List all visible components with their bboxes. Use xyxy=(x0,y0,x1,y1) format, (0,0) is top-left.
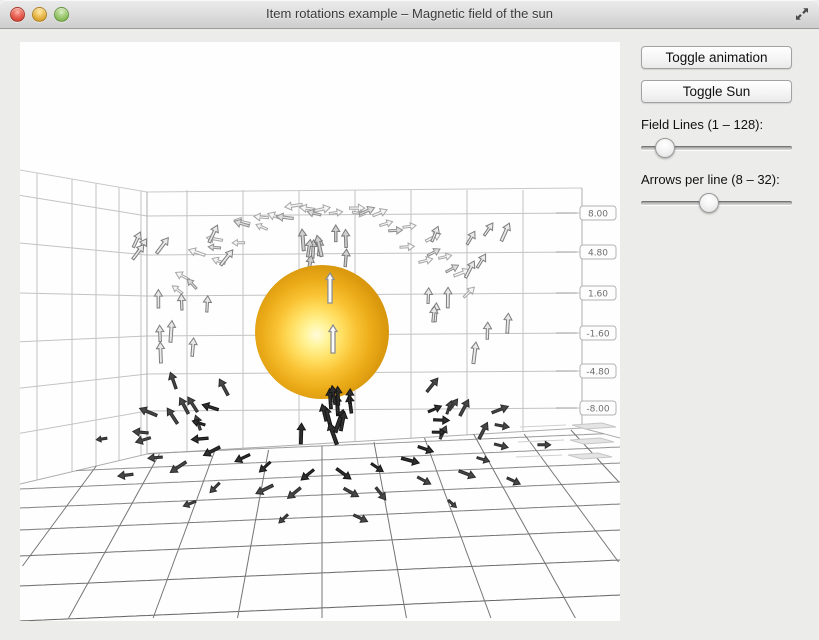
axis-tick-label: 1.60 xyxy=(588,290,608,300)
arrows-per-line-slider-knob[interactable] xyxy=(699,193,719,213)
traffic-lights xyxy=(10,7,69,22)
field-arrows-swirl-outer2 xyxy=(96,435,551,525)
window-title: Item rotations example – Magnetic field … xyxy=(90,0,729,28)
magnetic-field-scene: 8.00 4.80 1.60 -1.60 -4.80 -8.00 xyxy=(20,42,620,621)
minimize-button[interactable] xyxy=(32,7,47,22)
axis-tick-label: 8.00 xyxy=(588,210,608,220)
y-axis-ticks: 8.00 4.80 1.60 -1.60 -4.80 -8.00 xyxy=(556,206,616,415)
arrows-per-line-label: Arrows per line (8 – 32): xyxy=(641,172,819,187)
app-window: Item rotations example – Magnetic field … xyxy=(0,0,819,640)
sun-sphere xyxy=(255,265,389,399)
close-button[interactable] xyxy=(10,7,25,22)
control-panel: Toggle animation Toggle Sun Field Lines … xyxy=(629,42,819,621)
field-lines-label: Field Lines (1 – 128): xyxy=(641,117,819,132)
axis-tick-label: 4.80 xyxy=(588,249,608,259)
titlebar[interactable]: Item rotations example – Magnetic field … xyxy=(0,0,819,29)
toggle-animation-button[interactable]: Toggle animation xyxy=(641,46,792,69)
grid-floor xyxy=(20,430,620,621)
axis-tick-label: -1.60 xyxy=(586,330,610,340)
toggle-sun-button[interactable]: Toggle Sun xyxy=(641,80,792,103)
field-arrows-side-right-upper xyxy=(428,221,513,280)
field-arrows-side-right-mid xyxy=(424,287,512,364)
axis-tick-label: -8.00 xyxy=(586,405,610,415)
field-lines-slider-knob[interactable] xyxy=(655,138,675,158)
fullscreen-icon[interactable] xyxy=(794,6,810,22)
field-arrows-top-arc-inner xyxy=(211,203,434,267)
zoom-button[interactable] xyxy=(54,7,69,22)
axis-tick-label: -4.80 xyxy=(586,368,610,378)
3d-viewport[interactable]: 8.00 4.80 1.60 -1.60 -4.80 -8.00 xyxy=(20,42,620,621)
field-lines-slider[interactable] xyxy=(641,138,792,158)
edge-on-axis-labels xyxy=(516,423,616,459)
field-arrows-swirl-outer xyxy=(132,403,509,503)
arrows-per-line-slider[interactable] xyxy=(641,193,792,213)
field-arrows-side-left-mid xyxy=(154,290,211,363)
